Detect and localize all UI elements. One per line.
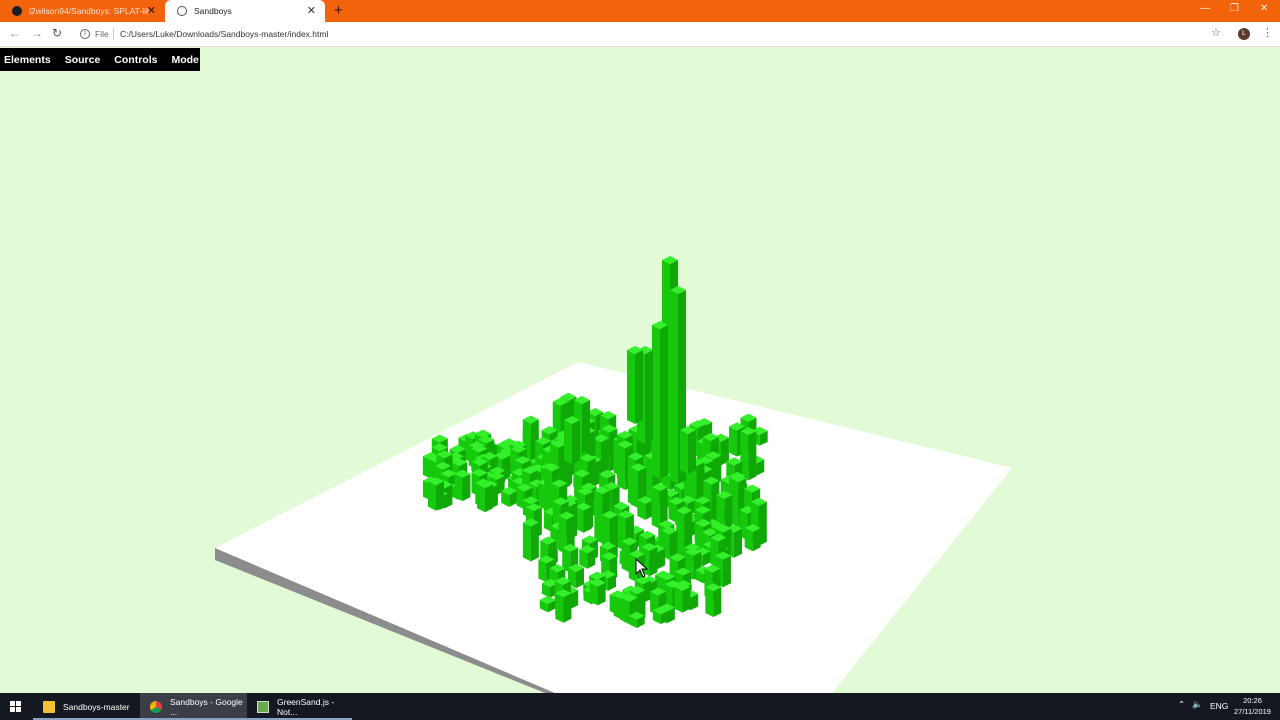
voxel-face (563, 593, 572, 623)
clock-time: 20:26 (1243, 696, 1262, 705)
tab-title: l2wilson94/Sandboys: SPLAT-like (29, 6, 149, 16)
voxel-face (621, 541, 630, 573)
new-tab-icon[interactable]: + (334, 2, 343, 19)
folder-icon (43, 700, 55, 713)
voxel-face (651, 486, 660, 529)
voxel-face (680, 430, 688, 474)
voxel-face (594, 490, 603, 544)
info-icon[interactable]: i (80, 29, 90, 39)
voxel-face (597, 582, 606, 606)
profile-avatar[interactable]: L (1238, 28, 1250, 40)
voxel-face (649, 546, 658, 577)
voxel-face (572, 420, 580, 464)
bookmark-star-icon[interactable]: ☆ (1211, 26, 1221, 39)
language-indicator[interactable]: ENG (1210, 701, 1228, 711)
voxel-face (589, 582, 598, 606)
voxel-face (635, 350, 643, 424)
app-menu-bar: Elements Source Controls Mode (0, 48, 200, 71)
notepad-icon (257, 700, 269, 713)
menu-mode[interactable]: Mode (171, 54, 198, 66)
tab-title: Sandboys (194, 6, 232, 16)
taskbar-item-chrome[interactable]: Sandboys - Google ... (140, 693, 247, 720)
close-tab-icon[interactable]: ✕ (147, 4, 156, 17)
voxel-face (477, 484, 486, 513)
voxel-face (522, 522, 531, 562)
taskbar-item-label: GreenSand.js - Not... (277, 696, 335, 717)
taskbar-item-label: Sandboys - Google ... (170, 696, 243, 717)
minimize-icon[interactable]: — (1200, 3, 1210, 14)
kebab-menu-icon[interactable]: ⋮ (1262, 26, 1273, 39)
forward-icon[interactable]: → (31, 26, 43, 40)
reload-icon[interactable]: ↻ (52, 26, 62, 40)
menu-elements[interactable]: Elements (4, 54, 51, 66)
voxel-face (428, 481, 437, 511)
volume-icon[interactable]: 🔈 (1192, 699, 1203, 710)
voxel-face (485, 484, 494, 513)
taskbar-item-notepad[interactable]: GreenSand.js - Not... (247, 693, 352, 720)
voxel-face (582, 400, 590, 454)
voxel-face (601, 438, 610, 474)
voxel-face (674, 586, 683, 613)
clock-date: 27/11/2019 (1234, 707, 1271, 716)
menu-controls[interactable]: Controls (114, 54, 157, 66)
voxel-face (688, 430, 696, 474)
url-field[interactable]: C:/Users/Luke/Downloads/Sandboys-master/… (120, 29, 328, 39)
voxel-face (652, 325, 660, 479)
voxel-face (748, 431, 757, 481)
scheme-label: File (95, 29, 109, 39)
close-tab-icon[interactable]: ✕ (307, 4, 316, 17)
tab-github[interactable]: l2wilson94/Sandboys: SPLAT-like ✕ (0, 0, 165, 22)
voxel-face (462, 473, 471, 502)
menu-source[interactable]: Source (65, 54, 101, 66)
voxel-face (722, 555, 731, 588)
voxel-face (617, 444, 626, 491)
taskbar-item-explorer[interactable]: Sandboys-master (33, 693, 140, 720)
voxel-face (454, 473, 463, 502)
browser-tab-strip: l2wilson94/Sandboys: SPLAT-like ✕ Sandbo… (0, 0, 1280, 22)
address-bar: ← → ↻ i File C:/Users/Luke/Downloads/San… (0, 22, 1280, 47)
windows-taskbar: Sandboys-master Sandboys - Google ... Gr… (0, 693, 1280, 720)
voxel-face (744, 528, 753, 552)
globe-icon (177, 6, 187, 16)
sand-3d-scene[interactable] (0, 48, 1280, 693)
voxel-face (752, 528, 761, 552)
voxel-face (660, 325, 668, 479)
voxel-face (564, 420, 572, 464)
window-close-icon[interactable]: ✕ (1260, 3, 1268, 14)
voxel-face (530, 522, 539, 562)
windows-start-icon[interactable] (10, 701, 22, 713)
voxel-face (436, 481, 445, 511)
back-icon[interactable]: ← (9, 26, 21, 40)
restore-icon[interactable]: ❐ (1230, 3, 1239, 14)
system-clock[interactable]: 20:26 27/11/2019 (1234, 695, 1271, 717)
voxel-face (645, 350, 653, 444)
voxel-face (630, 467, 639, 509)
voxel-face (733, 528, 742, 558)
chevron-up-icon[interactable]: ⌃ (1178, 699, 1185, 710)
voxel-face (705, 587, 714, 618)
voxel-face (538, 559, 547, 583)
voxel-face (555, 593, 564, 623)
voxel-face (627, 350, 635, 424)
chrome-icon (150, 700, 162, 713)
taskbar-item-label: Sandboys-master (63, 701, 130, 712)
voxel-face (670, 290, 678, 484)
voxel-face (713, 587, 722, 618)
voxel-face (682, 586, 691, 613)
divider (113, 28, 114, 40)
voxel-face (621, 597, 630, 625)
tab-sandboys[interactable]: Sandboys ✕ (165, 0, 325, 22)
github-icon (12, 6, 22, 16)
voxel-face (729, 426, 738, 457)
voxel-face (583, 506, 592, 533)
